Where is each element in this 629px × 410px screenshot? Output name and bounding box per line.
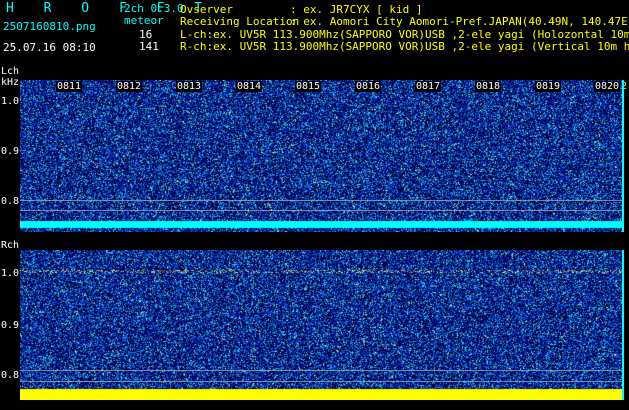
time-tick: 0816 [355,81,382,92]
khz-label: kHz [1,77,20,88]
rch-edge-bar [622,250,624,400]
location-key: Receiving Location [180,15,300,28]
lch-ytick-1-0: 1.0 [1,96,20,107]
meteor-count-lch: 16 [139,28,153,41]
rch-description: R-ch:ex. UV5R 113.900Mhz(SAPPORO VOR)USB… [180,40,629,53]
filename-label: 2507160810.png [3,20,96,33]
time-tick: 0812 [116,81,143,92]
rch-ref-line-bottom [20,381,622,382]
time-tick: 0817 [415,81,442,92]
observer-value: : ex. JR7CYX [ kid ] [290,3,423,16]
time-tick: 0813 [176,81,203,92]
time-tick: 0815 [295,81,322,92]
meteor-label: meteor [124,14,164,27]
lch-ytick-0-8: 0.8 [1,196,20,207]
time-tick: 0811 [56,81,83,92]
lch-description: L-ch:ex. UV5R 113.900Mhz(SAPPORO VOR)USB… [180,28,629,41]
lch-edge-bar [622,80,624,232]
time-tick: 0819 [535,81,562,92]
rch-spectrogram [20,250,622,400]
timestamp: 25.07.16 08:10 [3,41,96,54]
observer-key: Ovserver [180,3,233,16]
time-tick: 0814 [236,81,263,92]
version-label: 2ch 0.3.0 [124,2,184,15]
lch-label: Lch [1,66,20,77]
rch-ref-line-top [20,370,622,371]
lch-ref-line-bottom [20,210,622,211]
location-value: : ex. Aomori City Aomori-Pref.JAPAN(40.4… [290,15,629,28]
hroft-window: H R O F F T 2ch 0.3.0 2507160810.png met… [0,0,629,410]
rch-ytick-1-0: 1.0 [1,268,20,279]
meteor-count-rch: 141 [139,40,159,53]
rch-ytick-0-9: 0.9 [1,320,20,331]
lch-ref-line-top [20,200,622,201]
time-tick: 0820 [594,81,621,92]
lch-ytick-0-9: 0.9 [1,146,20,157]
time-tick: 0818 [475,81,502,92]
rch-label: Rch [1,240,20,251]
rch-ytick-0-8: 0.8 [1,370,20,381]
